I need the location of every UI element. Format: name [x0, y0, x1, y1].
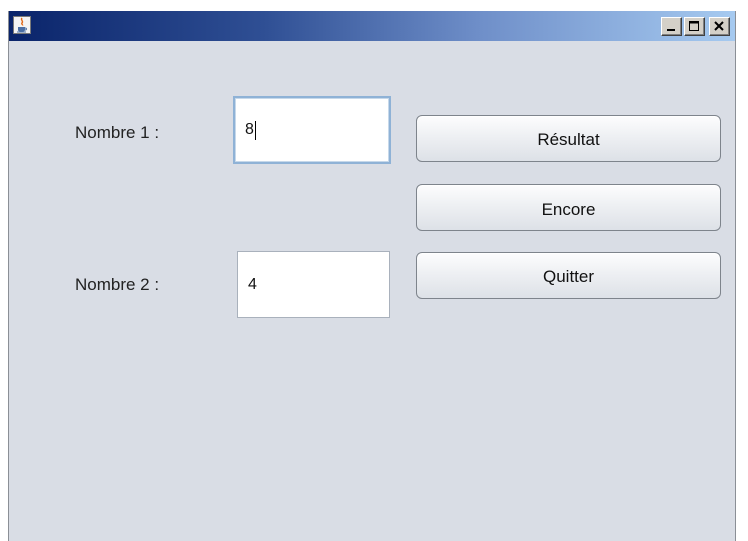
quitter-button-label: Quitter — [542, 267, 595, 286]
nombre2-label: Nombre 2 : — [75, 275, 160, 294]
nombre2-field[interactable]: 4 — [237, 251, 390, 318]
close-button[interactable] — [709, 17, 730, 36]
encore-button[interactable]: Encore — [416, 184, 721, 231]
nombre1-value: 8 — [245, 121, 254, 138]
resultat-button[interactable]: Résultat — [416, 115, 721, 162]
text-caret — [254, 120, 256, 140]
minimize-icon — [667, 29, 675, 31]
nombre1-field[interactable]: 8 — [233, 96, 391, 164]
minimize-button[interactable] — [661, 17, 682, 36]
app-window: Nombre 1 : 8 Nombre 2 : 4 Résultat Encor… — [8, 11, 736, 541]
nombre1-label: Nombre 1 : — [75, 123, 160, 142]
close-icon — [714, 21, 724, 31]
encore-button-label: Encore — [541, 200, 596, 219]
window-controls — [661, 17, 730, 36]
maximize-icon — [689, 21, 699, 31]
nombre2-value: 4 — [248, 275, 257, 293]
quitter-button[interactable]: Quitter — [416, 252, 721, 299]
maximize-button[interactable] — [684, 17, 705, 36]
title-bar[interactable] — [9, 11, 735, 41]
resultat-button-label: Résultat — [537, 130, 600, 149]
java-icon[interactable] — [13, 16, 31, 34]
